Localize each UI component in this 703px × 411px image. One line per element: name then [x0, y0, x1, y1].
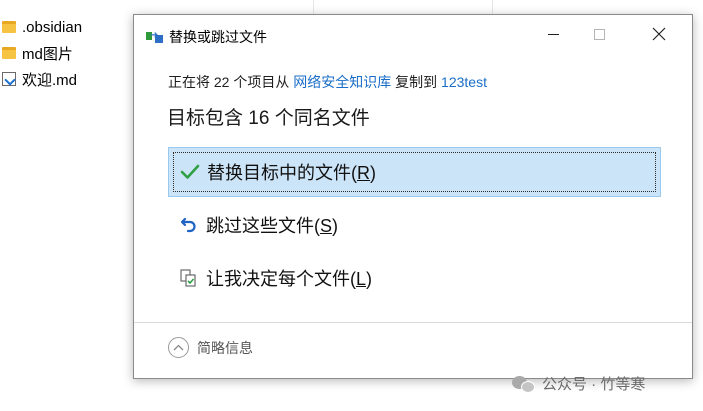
close-button[interactable]: [636, 15, 682, 53]
dialog-footer: 简略信息: [134, 322, 692, 378]
compare-files-icon: [178, 267, 200, 289]
close-icon: [652, 27, 666, 41]
dialog-titlebar[interactable]: ➜ 替换或跳过文件: [134, 15, 692, 57]
column-divider: [492, 0, 493, 14]
markdown-file-icon: [2, 72, 16, 86]
file-item-label: 欢迎.md: [22, 71, 78, 89]
skip-arrow-icon: [178, 214, 200, 236]
file-item-label: md图片: [22, 45, 73, 63]
destination-folder-link[interactable]: 123test: [441, 74, 487, 90]
checkmark-icon: [179, 161, 201, 183]
dialog-title: 替换或跳过文件: [169, 29, 267, 45]
file-item-md-images[interactable]: md图片: [0, 40, 130, 66]
skip-option-label: 跳过这些文件(S): [206, 216, 339, 236]
copy-prefix: 正在将 22 个项目从: [168, 74, 294, 90]
replace-or-skip-dialog: ➜ 替换或跳过文件 正在将 22 个项目从 网络安全知识库 复制到 123tes…: [133, 14, 693, 379]
decide-each-file-option[interactable]: 让我决定每个文件(L): [168, 253, 661, 303]
hotkey-r: R: [357, 163, 370, 183]
conflict-headline: 目标包含 16 个同名文件: [167, 108, 370, 129]
maximize-button: [576, 15, 622, 53]
replace-option-label: 替换目标中的文件(R): [207, 163, 376, 183]
minimize-icon: [547, 33, 559, 35]
hotkey-l: L: [356, 269, 367, 289]
file-item-label: .obsidian: [22, 18, 83, 36]
copy-status-text: 正在将 22 个项目从 网络安全知识库 复制到 123test: [168, 72, 487, 92]
file-item-obsidian[interactable]: .obsidian: [0, 14, 130, 40]
file-item-welcome-md[interactable]: 欢迎.md: [0, 66, 130, 92]
wechat-logo-icon: [512, 374, 536, 394]
fewer-details-button[interactable]: 简略信息: [168, 337, 253, 358]
skip-files-option[interactable]: 跳过这些文件(S): [168, 200, 661, 250]
minimize-button[interactable]: [530, 15, 576, 53]
folder-icon: [2, 21, 16, 33]
replace-files-option[interactable]: 替换目标中的文件(R): [168, 147, 661, 197]
column-divider: [313, 0, 314, 14]
explorer-file-list: .obsidian md图片 欢迎.md: [0, 14, 130, 92]
fewer-details-label: 简略信息: [197, 339, 253, 356]
hotkey-s: S: [320, 216, 333, 236]
chevron-up-icon: [168, 337, 189, 358]
wechat-watermark: 公众号 · 竹等寒: [512, 373, 645, 394]
maximize-icon: [593, 28, 605, 40]
folder-icon: [2, 47, 16, 59]
copy-middle: 复制到: [391, 74, 442, 90]
copy-files-icon: ➜: [146, 30, 164, 44]
source-folder-link[interactable]: 网络安全知识库: [293, 74, 391, 90]
decide-option-label: 让我决定每个文件(L): [206, 269, 373, 289]
watermark-text: 公众号 · 竹等寒: [542, 376, 646, 393]
